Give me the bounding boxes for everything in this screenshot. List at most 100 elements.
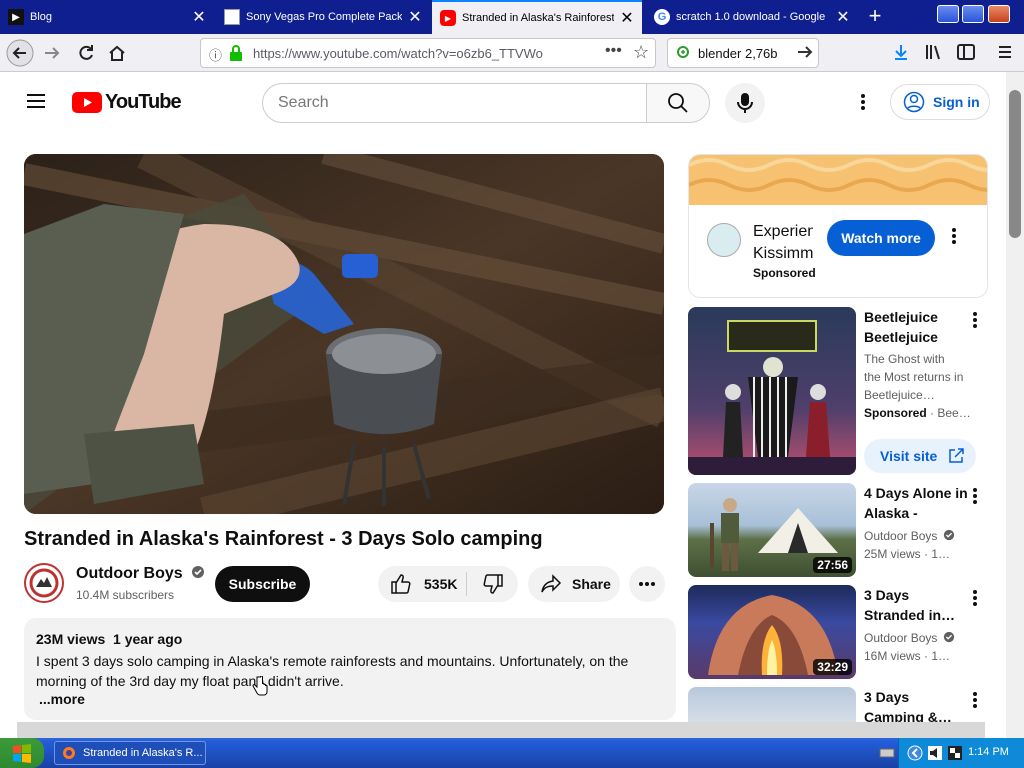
home-icon[interactable]: [103, 39, 131, 67]
video-stats: 25M views · 1…: [864, 547, 951, 561]
sponsored-label: Sponsored: [864, 406, 927, 420]
youtube-logo[interactable]: YouTube: [72, 91, 182, 114]
watch-more-button[interactable]: Watch more: [827, 220, 935, 256]
item-menu-dots-icon[interactable]: [972, 311, 978, 329]
tab-sony-vegas[interactable]: Sony Vegas Pro Complete Pack ✕: [216, 0, 430, 34]
sponsored-ad-card[interactable]: Experien Kissimm Sponsored Watch more: [688, 154, 988, 298]
scrollbar-thumb[interactable]: [1009, 90, 1021, 238]
minimize-window-icon[interactable]: [937, 5, 959, 23]
close-tab-icon[interactable]: ✕: [408, 7, 422, 27]
bookmark-star-icon[interactable]: ☆: [633, 42, 649, 63]
search-input[interactable]: [278, 94, 628, 112]
tab-youtube-active[interactable]: ▶ Stranded in Alaska's Rainforest ✕: [432, 0, 642, 34]
recommended-video-item[interactable]: 3 Days Camping &…: [688, 687, 988, 722]
youtube-play-logo-icon: [72, 92, 102, 113]
browser-navigation-bar: ⓘ https://www.youtube.com/watch?v=o6zb6_…: [0, 34, 1024, 72]
subscribe-button[interactable]: Subscribe: [215, 566, 310, 602]
like-button[interactable]: 535K: [378, 566, 466, 602]
hand-cursor-icon: [252, 676, 268, 696]
search-button[interactable]: [646, 83, 710, 123]
ad-description: The Ghost with the Most returns in Beetl…: [864, 352, 964, 402]
video-title: 3 Days Camping &…: [864, 689, 952, 722]
address-bar[interactable]: ⓘ https://www.youtube.com/watch?v=o6zb6_…: [200, 38, 656, 68]
beetlejuice-thumbnail[interactable]: [688, 307, 856, 475]
video-thumbnail[interactable]: 32:29: [688, 585, 856, 679]
video-player[interactable]: [24, 154, 664, 514]
item-menu-dots-icon[interactable]: [972, 691, 978, 709]
item-menu-dots-icon[interactable]: [972, 589, 978, 607]
video-thumbnail[interactable]: 27:56: [688, 483, 856, 577]
tray-arrow-icon[interactable]: [907, 745, 923, 761]
like-count: 535K: [424, 576, 458, 592]
item-menu-dots-icon[interactable]: [972, 487, 978, 505]
security-icon[interactable]: [947, 745, 963, 761]
settings-dots-icon[interactable]: [860, 93, 866, 116]
close-tab-icon[interactable]: ✕: [620, 8, 634, 28]
external-link-icon: [949, 448, 965, 463]
tab-title: Sony Vegas Pro Complete Pack: [246, 11, 402, 23]
maximize-window-icon[interactable]: [962, 5, 984, 23]
youtube-wordmark: YouTube: [105, 91, 182, 113]
page-actions-icon[interactable]: •••: [605, 42, 622, 60]
recommended-video-item[interactable]: 32:29 3 Days Stranded in… Outdoor Boys 1…: [688, 585, 988, 681]
close-tab-icon[interactable]: ✕: [836, 7, 850, 27]
lock-icon: [229, 44, 243, 67]
tab-title: Stranded in Alaska's Rainforest: [462, 12, 614, 24]
tab-title: scratch 1.0 download - Google: [676, 11, 826, 23]
video-thumbnail[interactable]: [688, 687, 856, 722]
firefox-icon: [63, 747, 75, 759]
video-stats: 16M views · 1…: [864, 649, 951, 663]
more-actions-button[interactable]: [629, 566, 665, 602]
info-icon[interactable]: ⓘ: [209, 45, 222, 64]
share-arrow-icon: [541, 574, 562, 593]
search-box[interactable]: [262, 83, 648, 123]
upload-date: 1 year ago: [113, 631, 183, 647]
network-icon[interactable]: [879, 746, 895, 760]
taskbar-clock: 1:14 PM: [968, 746, 1009, 758]
channel-name[interactable]: Outdoor Boys: [76, 565, 205, 583]
volume-icon[interactable]: [927, 745, 943, 761]
close-window-icon[interactable]: [988, 5, 1010, 23]
horizontal-scrollbar[interactable]: [17, 722, 985, 738]
voice-search-button[interactable]: [725, 83, 765, 123]
book-favicon-icon: [224, 9, 240, 25]
ad-meta: Sponsored · Bee…: [864, 404, 971, 422]
new-tab-icon[interactable]: +: [862, 0, 888, 34]
like-dislike-group: 535K: [378, 566, 518, 602]
library-icon[interactable]: [924, 43, 944, 66]
forward-arrow-icon[interactable]: [38, 39, 66, 67]
sign-in-button[interactable]: Sign in: [890, 84, 990, 120]
back-arrow-icon[interactable]: [6, 39, 34, 67]
start-button[interactable]: [0, 738, 44, 768]
sponsored-video-item[interactable]: Beetlejuice Beetlejuice The Ghost with t…: [688, 307, 988, 477]
outdoor-boys-logo-icon: [27, 566, 61, 600]
video-title: 3 Days Stranded in…: [864, 587, 956, 623]
video-title: Beetlejuice Beetlejuice: [864, 309, 938, 345]
go-arrow-icon[interactable]: [796, 43, 814, 66]
channel-name: Outdoor Boys: [864, 527, 955, 545]
ad-menu-dots-icon[interactable]: [951, 227, 957, 245]
taskbar-window-button[interactable]: Stranded in Alaska's R...: [54, 741, 206, 765]
recommended-video-item[interactable]: 27:56 4 Days Alone in Alaska - Outdoor B…: [688, 483, 988, 579]
hamburger-menu-icon[interactable]: [996, 43, 1014, 66]
url-text: https://www.youtube.com/watch?v=o6zb6_TT…: [253, 46, 543, 61]
sidebar-toggle-icon[interactable]: [956, 43, 976, 66]
share-button[interactable]: Share: [528, 566, 620, 602]
description-box[interactable]: 23M views 1 year ago I spent 3 days solo…: [24, 618, 676, 720]
download-icon[interactable]: [892, 43, 910, 66]
youtube-header: YouTube Sign in: [0, 72, 1006, 132]
tab-google[interactable]: G scratch 1.0 download - Google ✕: [646, 0, 858, 34]
find-bar[interactable]: blender 2,76b: [667, 38, 819, 68]
channel-avatar[interactable]: [24, 563, 64, 603]
reload-icon[interactable]: [72, 39, 100, 67]
verified-check-icon: [192, 566, 205, 578]
guide-menu-icon[interactable]: [26, 92, 46, 115]
vertical-scrollbar[interactable]: [1006, 72, 1024, 738]
close-tab-icon[interactable]: ✕: [192, 7, 206, 27]
windows-taskbar: Stranded in Alaska's R... 1:14 PM: [0, 738, 1024, 768]
taskbar-window-title: Stranded in Alaska's R...: [83, 747, 203, 759]
dislike-button[interactable]: [467, 566, 518, 602]
tab-blog[interactable]: ▶ Blog ✕: [0, 0, 214, 34]
show-more-link[interactable]: ...more: [39, 691, 85, 707]
visit-site-button[interactable]: Visit site: [864, 439, 976, 473]
